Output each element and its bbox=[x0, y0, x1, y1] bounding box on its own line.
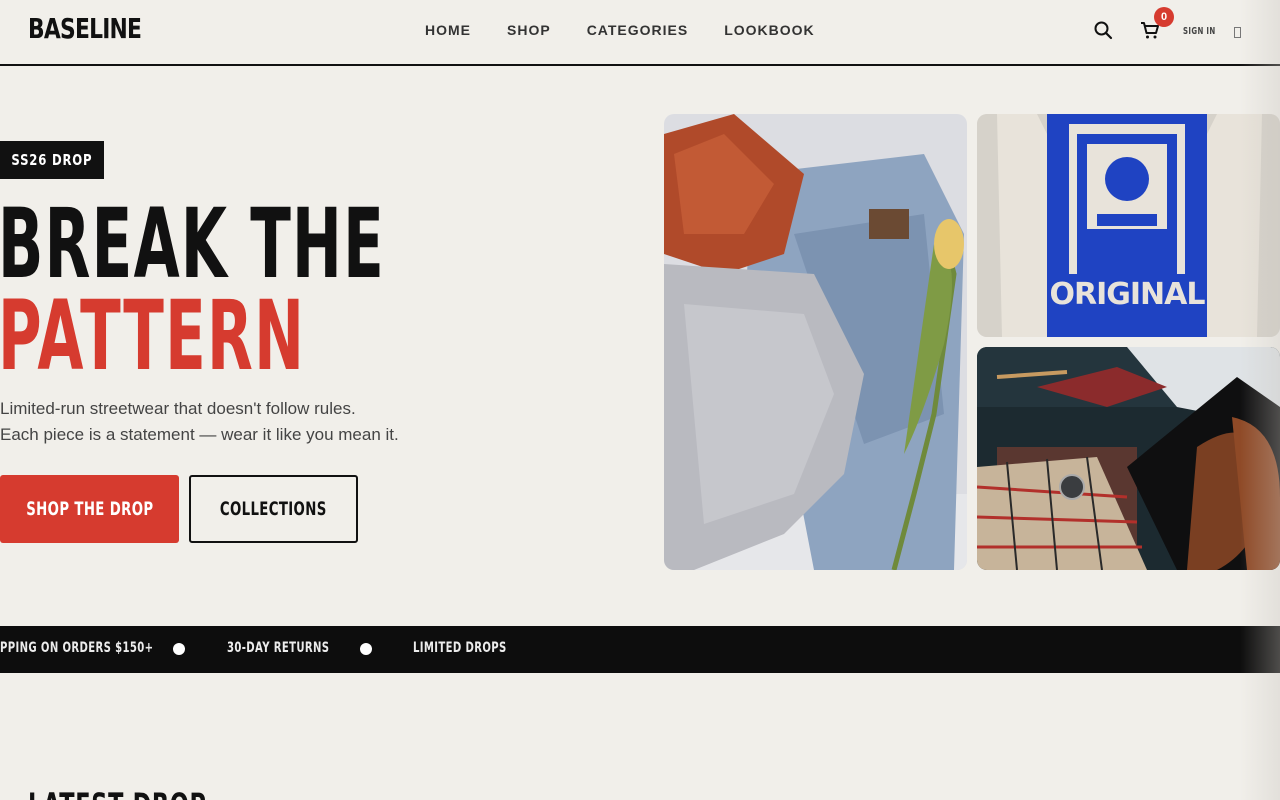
site-header: BASELINE HOME SHOP CATEGORIES LOOKBOOK 0… bbox=[0, 0, 1280, 66]
shop-the-drop-button[interactable]: SHOP THE DROP bbox=[0, 475, 179, 543]
menu-icon[interactable] bbox=[1234, 27, 1241, 38]
nav-categories[interactable]: CATEGORIES bbox=[587, 22, 689, 38]
ticker-item-shipping: PPING ON ORDERS $150+ bbox=[0, 640, 154, 656]
hero-headline-line2: PATTERN bbox=[0, 280, 306, 392]
nav-shop[interactable]: SHOP bbox=[507, 22, 551, 38]
sign-in-link[interactable]: SIGN IN bbox=[1183, 26, 1216, 37]
ticker-dot bbox=[360, 643, 372, 655]
drop-badge: SS26 DROP bbox=[0, 141, 104, 179]
search-icon[interactable] bbox=[1093, 20, 1113, 40]
hero-headline-line1: BREAK THE bbox=[0, 188, 385, 300]
hero-subtitle: Limited-run streetwear that doesn't foll… bbox=[0, 396, 440, 448]
ticker-item-returns: 30-DAY RETURNS bbox=[227, 640, 330, 656]
original-graphic-tee-photo: ORIGINAL bbox=[977, 114, 1280, 337]
latest-drop-heading: LATEST DROP bbox=[28, 786, 207, 800]
cart-count-badge: 0 bbox=[1154, 7, 1174, 27]
nav-lookbook[interactable]: LOOKBOOK bbox=[724, 22, 814, 38]
menswear-suitcase-photo bbox=[977, 347, 1280, 570]
main-nav: HOME SHOP CATEGORIES LOOKBOOK bbox=[425, 22, 815, 38]
brand-logo[interactable]: BASELINE bbox=[28, 12, 142, 45]
hero-subtitle-line1: Limited-run streetwear that doesn't foll… bbox=[0, 399, 356, 418]
announcement-ticker bbox=[0, 626, 1280, 673]
collections-button[interactable]: COLLECTIONS bbox=[189, 475, 358, 543]
nav-home[interactable]: HOME bbox=[425, 22, 471, 38]
tee-print-text: ORIGINAL bbox=[1050, 277, 1206, 312]
ticker-dot bbox=[173, 643, 185, 655]
hero-subtitle-line2: Each piece is a statement — wear it like… bbox=[0, 425, 399, 444]
ticker-item-limited: LIMITED DROPS bbox=[413, 640, 507, 656]
knitwear-jeans-flatlay-photo bbox=[664, 114, 967, 570]
